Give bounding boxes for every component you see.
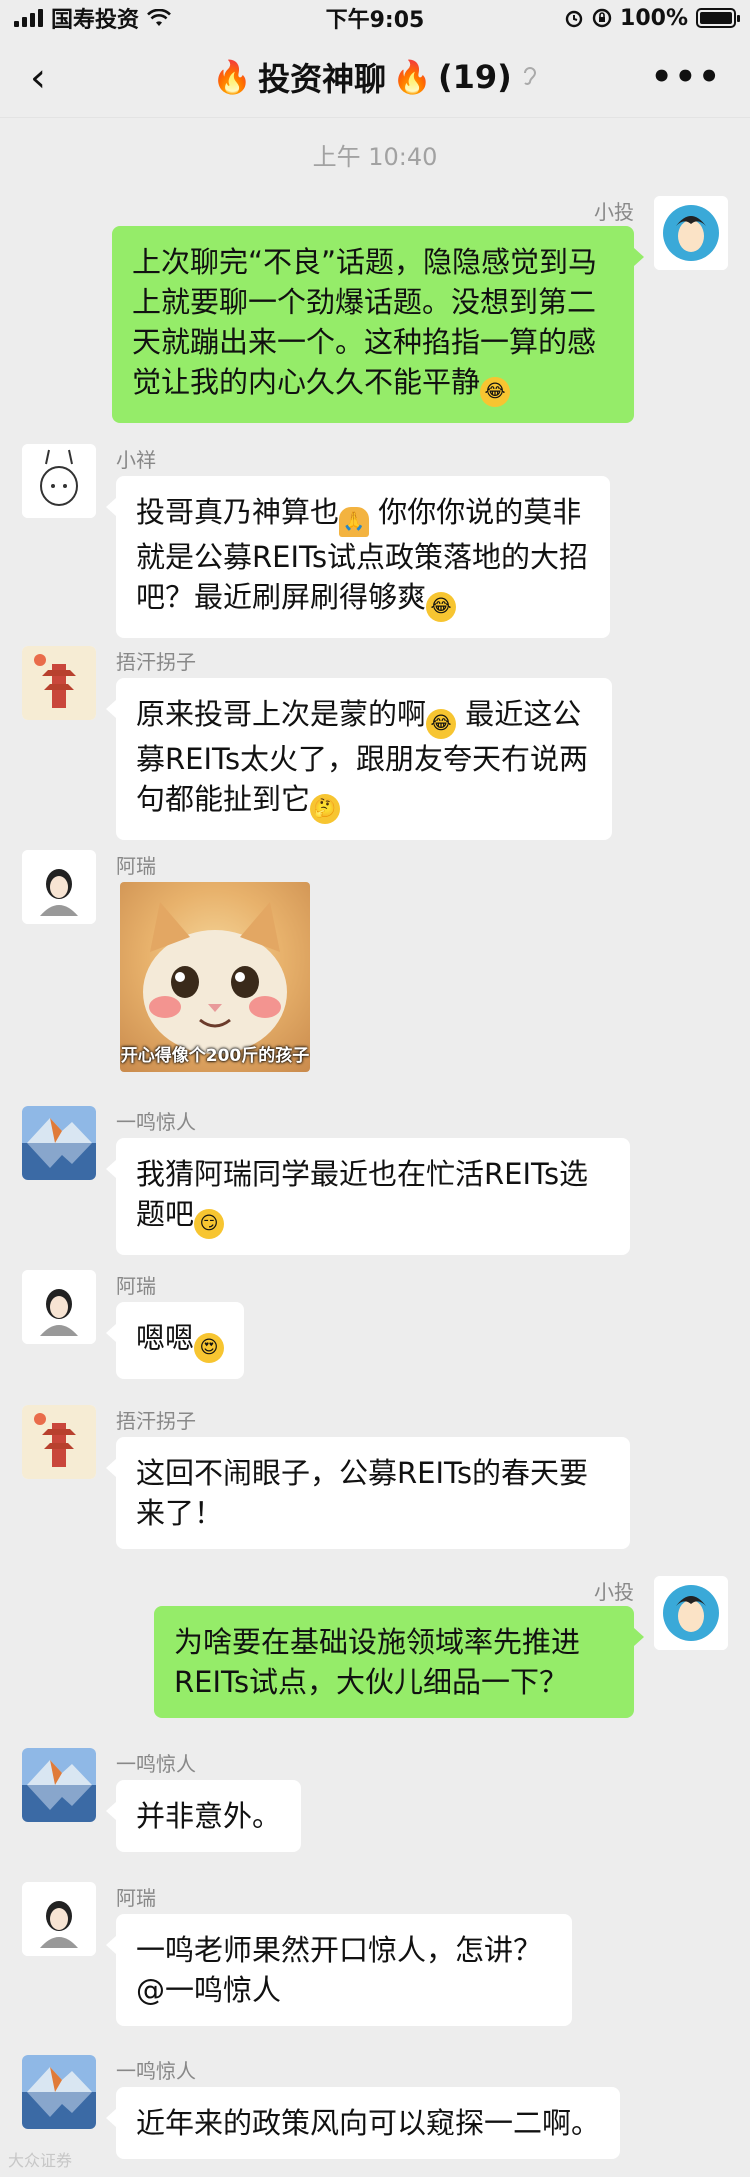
message-text: 原来投哥上次是蒙的啊: [136, 697, 427, 731]
message-text: 这回不闹眼子，公募REITs的春天要来了！: [136, 1456, 589, 1530]
group-name: 投资神聊: [258, 59, 387, 98]
time-divider: 上午 10:40: [312, 143, 438, 171]
message-row: 小投 为啥要在基础设施领域率先推进REITs试点，大伙儿细品一下？: [0, 1576, 750, 1726]
fire-icon: 🔥: [212, 57, 253, 96]
message-text: 为啥要在基础设施领域率先推进REITs试点，大伙儿细品一下？: [174, 1625, 581, 1699]
alarm-icon: [565, 10, 583, 28]
avatar[interactable]: [22, 646, 96, 720]
message-row: 捂汗拐子 原来投哥上次是蒙的啊 😂 最近这公募REITs太火了，跟朋友夸天冇说两句…: [0, 646, 750, 840]
battery-fill: [700, 12, 732, 24]
sender-name: 阿瑞: [116, 854, 156, 878]
status-left: 国寿投资: [14, 2, 171, 34]
message-row: 小祥 投哥真乃神算也 🙏 你你你说的莫非就是公募REITs试点政策落地的大招吧？最…: [0, 444, 750, 638]
message-bubble[interactable]: 嗯嗯 😍: [105, 1302, 245, 1379]
rotation-lock-icon: [592, 8, 612, 28]
sender-name: 捂汗拐子: [116, 1409, 196, 1433]
message-row: 小投 上次聊完“不良”话题，隐隐感觉到马上就要聊一个劲爆话题。没想到第二天就蹦出…: [0, 196, 750, 423]
message-text: 并非意外。: [136, 1799, 282, 1833]
message-row: 捂汗拐子 这回不闹眼子，公募REITs的春天要来了！: [0, 1405, 750, 1549]
sender-name: 小投: [594, 200, 634, 224]
avatar[interactable]: [22, 1882, 96, 1956]
sticker-image[interactable]: 开心得像个200斤的孩子: [120, 882, 310, 1072]
laughing-emoji-icon: 😂: [426, 592, 457, 622]
ear-icon: [523, 66, 536, 85]
status-bar: 国寿投资 下午9:05 100%: [0, 0, 750, 36]
sender-name: 一鸣惊人: [116, 2059, 196, 2083]
sender-name: 阿瑞: [116, 1274, 156, 1298]
chat-header: ‹ 🔥 投资神聊 🔥 (19) •••: [0, 36, 750, 118]
message-bubble[interactable]: 近年来的政策风向可以窥探一二啊。: [105, 2087, 621, 2159]
message-text: 近年来的政策风向可以窥探一二啊。: [136, 2106, 601, 2140]
message-bubble[interactable]: 为啥要在基础设施领域率先推进REITs试点，大伙儿细品一下？: [154, 1606, 644, 1718]
avatar[interactable]: [22, 1405, 96, 1479]
message-row: 一鸣惊人 我猜阿瑞同学最近也在忙活REITs选题吧 😏: [0, 1106, 750, 1255]
fire-icon: 🔥: [392, 57, 432, 96]
avatar[interactable]: [22, 850, 96, 924]
message-text: 一鸣老师果然开口惊人，怎讲？@一鸣惊人: [136, 1933, 543, 2007]
message-row: 阿瑞 一鸣老师果然开口惊人，怎讲？@一鸣惊人: [0, 1882, 750, 2026]
avatar[interactable]: [22, 1748, 96, 1822]
avatar[interactable]: [22, 1270, 96, 1344]
message-row: 一鸣惊人 并非意外。: [0, 1748, 750, 1858]
message-bubble[interactable]: 投哥真乃神算也 🙏 你你你说的莫非就是公募REITs试点政策落地的大招吧？最近刷屏…: [106, 476, 610, 638]
sticker-caption: 开心得像个200斤的孩子: [120, 1046, 310, 1066]
message-bubble[interactable]: 并非意外。: [105, 1780, 302, 1852]
sender-name: 小投: [594, 1580, 634, 1604]
status-right: 100%: [564, 5, 740, 31]
message-bubble[interactable]: 我猜阿瑞同学最近也在忙活REITs选题吧 😏: [106, 1138, 630, 1255]
sender-name: 一鸣惊人: [116, 1752, 196, 1776]
more-button[interactable]: •••: [651, 60, 722, 94]
message-row: 阿瑞 嗯嗯 😍: [0, 1270, 750, 1379]
message-bubble[interactable]: 一鸣老师果然开口惊人，怎讲？@一鸣惊人: [106, 1914, 572, 2026]
message-text: 投哥真乃神算也: [136, 495, 340, 529]
heart-eyes-emoji-icon: 😍: [194, 1333, 225, 1363]
message-row: 一鸣惊人 近年来的政策风向可以窥探一二啊。: [0, 2055, 750, 2165]
message-bubble[interactable]: 上次聊完“不良”话题，隐隐感觉到马上就要聊一个劲爆话题。没想到第二天就蹦出来一个…: [112, 226, 644, 423]
wifi-icon: [147, 9, 171, 26]
carrier-label: 国寿投资: [51, 8, 140, 33]
member-count: (19): [437, 57, 512, 96]
back-button[interactable]: ‹: [30, 58, 46, 98]
avatar[interactable]: [654, 1576, 728, 1650]
chat-title: 🔥 投资神聊 🔥 (19): [212, 54, 537, 100]
laughing-emoji-icon: 😂: [426, 709, 457, 739]
sender-name: 一鸣惊人: [116, 1110, 196, 1134]
signal-icon: [14, 9, 43, 27]
thinking-emoji-icon: 🤔: [310, 794, 341, 824]
praying-hands-icon: 🙏: [339, 507, 370, 537]
watermark: 大众证券: [8, 2151, 73, 2170]
battery-percent: 100%: [620, 5, 688, 31]
sender-name: 捂汗拐子: [116, 650, 196, 674]
avatar[interactable]: [654, 196, 728, 270]
sender-name: 小祥: [116, 448, 156, 472]
battery-icon: [696, 8, 740, 28]
sender-name: 阿瑞: [116, 1886, 156, 1910]
smirk-emoji-icon: 😏: [194, 1209, 225, 1239]
message-text: 嗯嗯: [136, 1321, 195, 1355]
message-row: 阿瑞 开心得像个200斤的孩子: [0, 850, 750, 1090]
message-text: 上次聊完“不良”话题，隐隐感觉到马上就要聊一个劲爆话题。没想到第二天就蹦出来一个…: [132, 245, 598, 399]
laughing-emoji-icon: 😂: [480, 377, 511, 407]
avatar[interactable]: [22, 2055, 96, 2129]
avatar[interactable]: [22, 444, 96, 518]
message-bubble[interactable]: 这回不闹眼子，公募REITs的春天要来了！: [106, 1437, 630, 1549]
avatar[interactable]: [22, 1106, 96, 1180]
message-bubble[interactable]: 原来投哥上次是蒙的啊 😂 最近这公募REITs太火了，跟朋友夸天冇说两句都能扯到它…: [106, 678, 612, 840]
